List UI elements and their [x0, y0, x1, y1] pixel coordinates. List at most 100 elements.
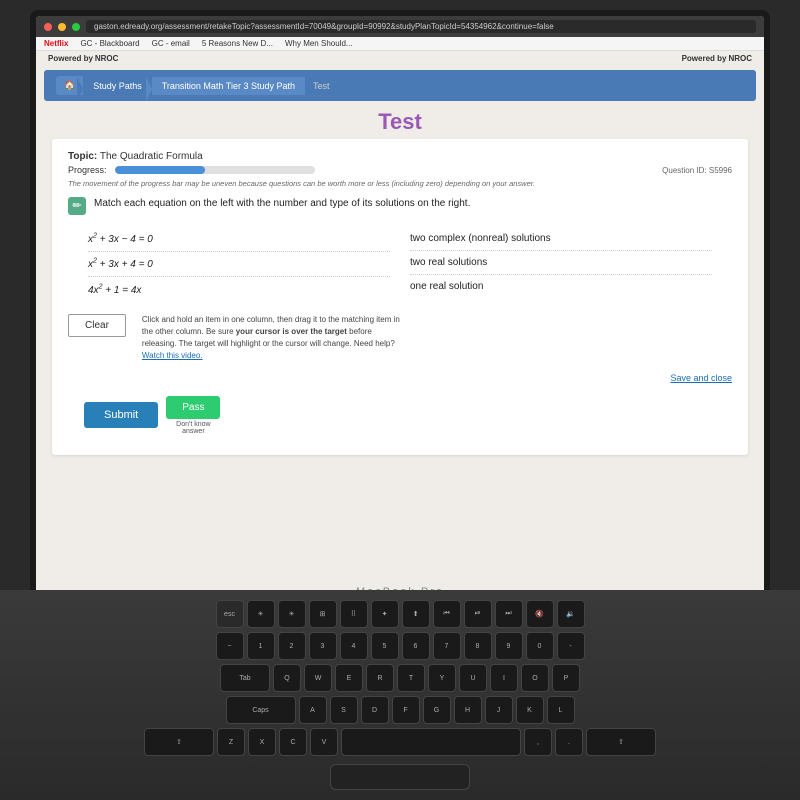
trackpad[interactable] [330, 764, 470, 790]
key-u[interactable]: U [459, 664, 487, 692]
key-comma[interactable]: , [524, 728, 552, 756]
key-w[interactable]: W [304, 664, 332, 692]
key-1[interactable]: 1 [247, 632, 275, 660]
key-f[interactable]: F [392, 696, 420, 724]
equation-item-2[interactable]: 4x2 + 1 = 4x [88, 277, 390, 301]
address-bar[interactable]: gaston.edready.org/assessment/retakeTopi… [86, 20, 756, 33]
key-0[interactable]: 0 [526, 632, 554, 660]
key-q[interactable]: Q [273, 664, 301, 692]
nroc-banner: Powered by NROC Powered by NROC [36, 51, 764, 66]
breadcrumb-tier[interactable]: Transition Math Tier 3 Study Path [152, 77, 305, 95]
laptop-frame: gaston.edready.org/assessment/retakeTopi… [0, 0, 800, 800]
minimize-dot[interactable] [58, 23, 66, 31]
pencil-icon: ✏ [68, 197, 86, 215]
key-f4[interactable]: ⠿ [340, 600, 368, 628]
bookmark-reasons[interactable]: 5 Reasons New D... [202, 39, 273, 48]
key-f9[interactable]: ⏭ [495, 600, 523, 628]
key-j[interactable]: J [485, 696, 513, 724]
key-caps[interactable]: Caps [226, 696, 296, 724]
key-s[interactable]: S [330, 696, 358, 724]
key-space[interactable] [341, 728, 521, 756]
key-z[interactable]: Z [217, 728, 245, 756]
screen-bezel: gaston.edready.org/assessment/retakeTopi… [30, 10, 770, 600]
pass-button[interactable]: Pass [166, 396, 220, 419]
save-close-link[interactable]: Save and close [670, 373, 732, 383]
progress-bar-fill [115, 166, 205, 174]
key-x[interactable]: X [248, 728, 276, 756]
watch-video-link[interactable]: Watch this video. [142, 351, 203, 360]
key-4[interactable]: 4 [340, 632, 368, 660]
key-t[interactable]: T [397, 664, 425, 692]
solution-item-2[interactable]: one real solution [410, 275, 712, 298]
key-v[interactable]: V [310, 728, 338, 756]
topic-value: The Quadratic Formula [100, 151, 203, 162]
key-5[interactable]: 5 [371, 632, 399, 660]
key-y[interactable]: Y [428, 664, 456, 692]
clear-button[interactable]: Clear [68, 314, 126, 337]
question-text: Match each equation on the left with the… [94, 197, 470, 211]
breadcrumb-current: Test [305, 77, 338, 95]
maximize-dot[interactable] [72, 23, 80, 31]
key-h[interactable]: H [454, 696, 482, 724]
breadcrumb-study-paths[interactable]: Study Paths [83, 77, 152, 95]
key-i[interactable]: I [490, 664, 518, 692]
key-o[interactable]: O [521, 664, 549, 692]
matching-table: x2 + 3x − 4 = 0 x2 + 3x + 4 = 0 4x2 + 1 … [88, 227, 712, 302]
key-g[interactable]: G [423, 696, 451, 724]
close-dot[interactable] [44, 23, 52, 31]
keyboard-row-5: ⇧ Z X C V , . ⇧ [144, 728, 656, 756]
key-d[interactable]: D [361, 696, 389, 724]
equation-item-0[interactable]: x2 + 3x − 4 = 0 [88, 227, 390, 252]
screen-content: gaston.edready.org/assessment/retakeTopi… [36, 16, 764, 594]
key-f8[interactable]: ⏯ [464, 600, 492, 628]
nroc-logo-left: Powered by NROC [48, 54, 118, 63]
key-6[interactable]: 6 [402, 632, 430, 660]
key-f3[interactable]: ⊞ [309, 600, 337, 628]
dont-know-label: Don't knowanswer [176, 421, 210, 435]
key-f11[interactable]: 🔉 [557, 600, 585, 628]
key-7[interactable]: 7 [433, 632, 461, 660]
key-shift-right[interactable]: ⇧ [586, 728, 656, 756]
key-f2[interactable]: ☀ [278, 600, 306, 628]
key-shift-left[interactable]: ⇧ [144, 728, 214, 756]
solution-item-0[interactable]: two complex (nonreal) solutions [410, 227, 712, 251]
key-dot[interactable]: . [555, 728, 583, 756]
bookmark-why[interactable]: Why Men Should... [285, 39, 353, 48]
keyboard-area: esc ☀ ☀ ⊞ ⠿ ✦ ⬆ ⏮ ⏯ ⏭ 🔇 🔉 ~ 1 2 3 4 5 6 … [0, 590, 800, 800]
key-k[interactable]: K [516, 696, 544, 724]
topic-line: Topic: The Quadratic Formula [68, 151, 732, 162]
key-f1[interactable]: ☀ [247, 600, 275, 628]
key-a[interactable]: A [299, 696, 327, 724]
key-esc[interactable]: esc [216, 600, 244, 628]
key-l[interactable]: L [547, 696, 575, 724]
key-r[interactable]: R [366, 664, 394, 692]
keyboard-row-1: esc ☀ ☀ ⊞ ⠿ ✦ ⬆ ⏮ ⏯ ⏭ 🔇 🔉 [216, 600, 585, 628]
solution-item-1[interactable]: two real solutions [410, 251, 712, 275]
key-2[interactable]: 2 [278, 632, 306, 660]
key-9[interactable]: 9 [495, 632, 523, 660]
key-minus[interactable]: - [557, 632, 585, 660]
key-f5[interactable]: ✦ [371, 600, 399, 628]
bookmark-email[interactable]: GC - email [152, 39, 190, 48]
key-tab[interactable]: Tab [220, 664, 270, 692]
progress-note: The movement of the progress bar may be … [68, 179, 732, 189]
equation-item-1[interactable]: x2 + 3x + 4 = 0 [88, 252, 390, 277]
key-p[interactable]: P [552, 664, 580, 692]
page-content: Powered by NROC Powered by NROC 🏠 Study … [36, 51, 764, 579]
keyboard-row-2: ~ 1 2 3 4 5 6 7 8 9 0 - [216, 632, 585, 660]
key-f6[interactable]: ⬆ [402, 600, 430, 628]
key-tilde[interactable]: ~ [216, 632, 244, 660]
key-f7[interactable]: ⏮ [433, 600, 461, 628]
submit-button[interactable]: Submit [84, 402, 158, 428]
key-e[interactable]: E [335, 664, 363, 692]
key-f10[interactable]: 🔇 [526, 600, 554, 628]
clear-section: Clear Click and hold an item in one colu… [68, 314, 732, 362]
key-c[interactable]: C [279, 728, 307, 756]
key-3[interactable]: 3 [309, 632, 337, 660]
question-header: ✏ Match each equation on the left with t… [68, 197, 732, 215]
bookmark-blackboard[interactable]: GC - Blackboard [80, 39, 139, 48]
topic-label: Topic: [68, 151, 97, 162]
progress-bar-container [115, 166, 315, 174]
bookmark-netflix[interactable]: Netflix [44, 39, 68, 48]
key-8[interactable]: 8 [464, 632, 492, 660]
